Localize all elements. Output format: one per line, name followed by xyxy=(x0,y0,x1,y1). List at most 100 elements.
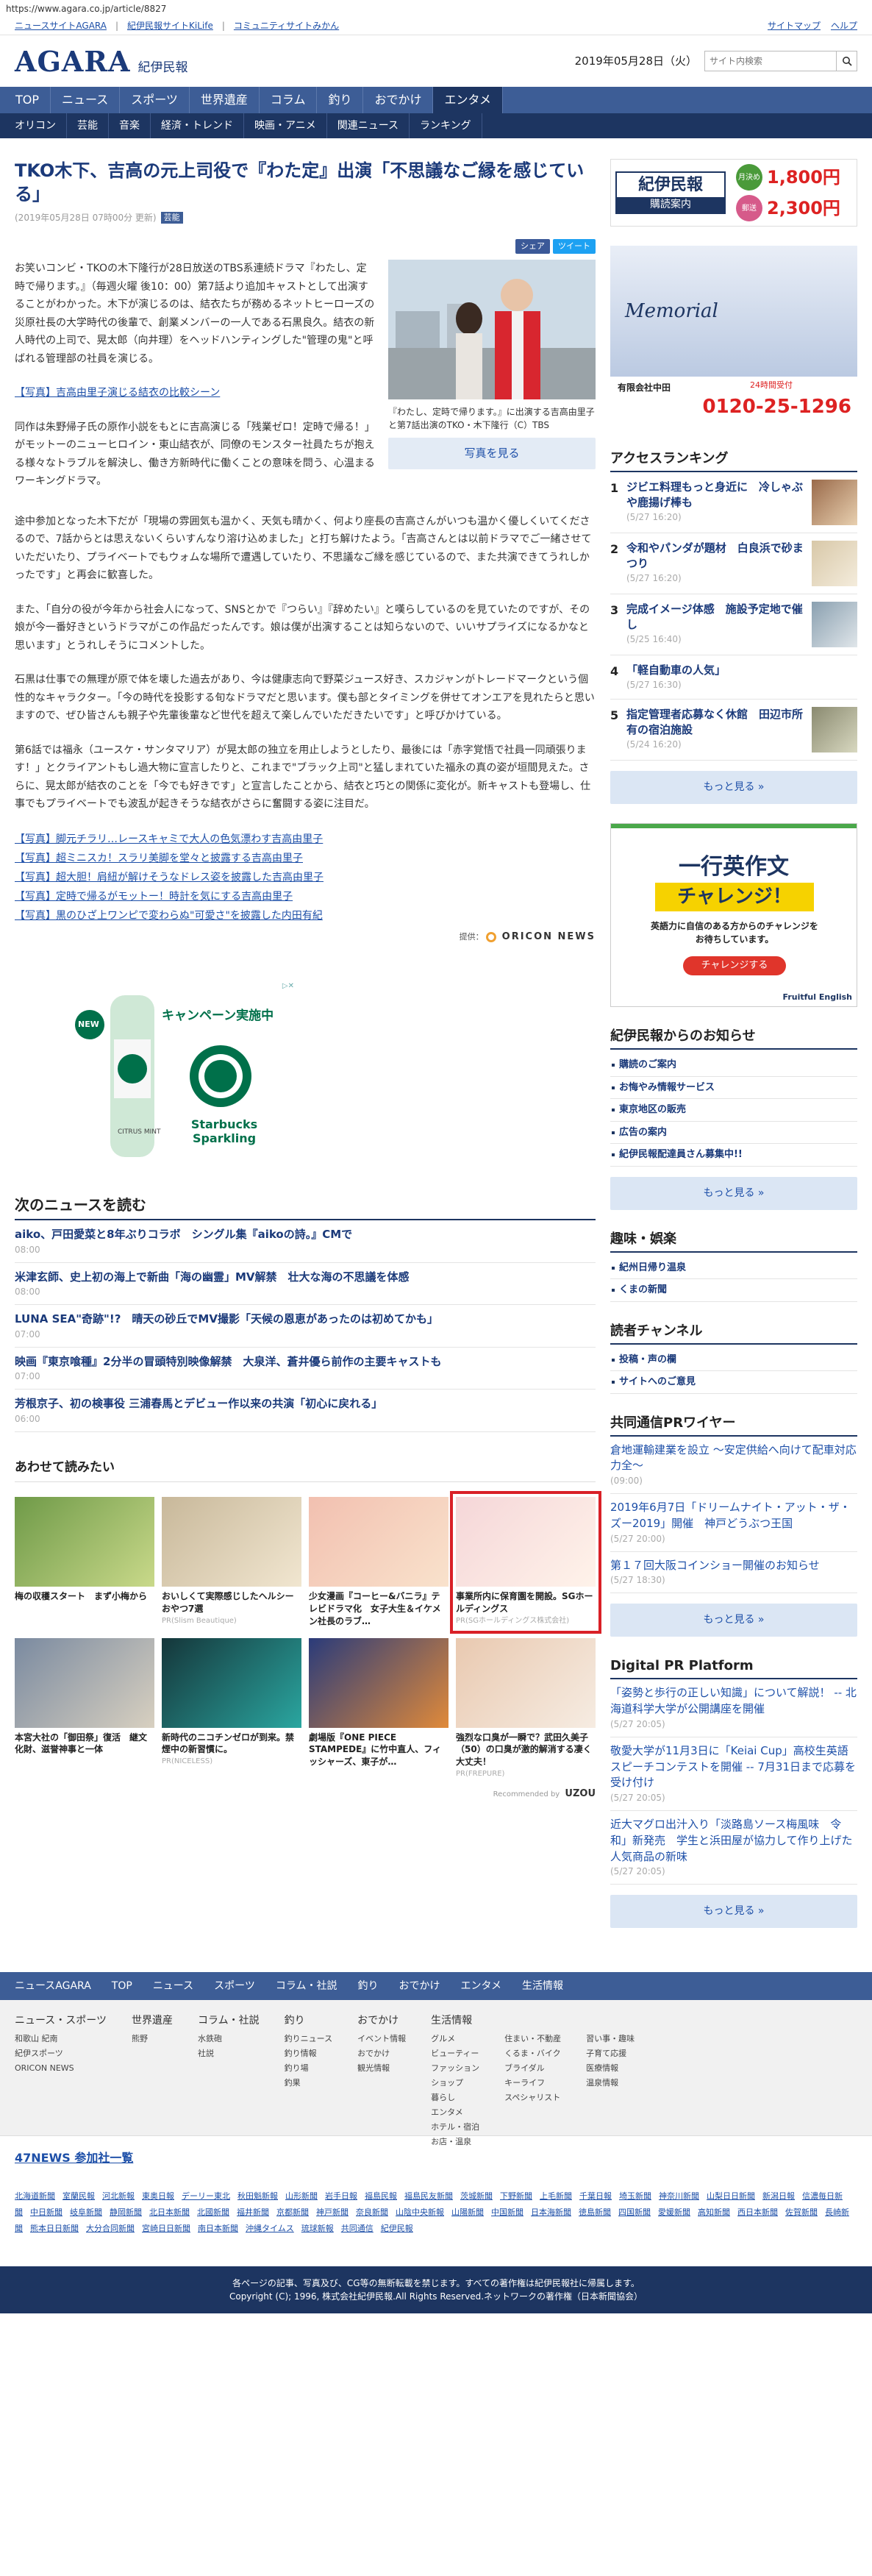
category-tag[interactable]: 芸能 xyxy=(160,211,183,224)
footer-link[interactable]: ファッション xyxy=(431,2061,479,2076)
paper-link[interactable]: 山形新聞 xyxy=(285,2191,318,2201)
footer-link[interactable]: 習い事・趣味 xyxy=(586,2032,635,2046)
notice-link[interactable]: お悔やみ情報サービス xyxy=(610,1077,857,1099)
footer-nav-item[interactable]: ニュースAGARA xyxy=(4,1972,101,2000)
top-link[interactable]: 紀伊民報サイトKiLife xyxy=(127,21,213,31)
reader-link[interactable]: 投稿・声の欄 xyxy=(610,1349,857,1371)
paper-link[interactable]: 四国新聞 xyxy=(618,2207,651,2217)
paper-link[interactable]: 愛媛新聞 xyxy=(658,2207,690,2217)
related-link[interactable]: 【写真】脚元チラリ…レースキャミで大人の色気漂わす吉高由里子 xyxy=(15,830,596,849)
footer-link[interactable]: 釣り場 xyxy=(285,2061,332,2076)
paper-link[interactable]: 山陰中央新報 xyxy=(396,2207,444,2217)
dpr-item[interactable]: 「姿勢と歩行の正しい知識」について解説！ -- 北海道科学大学が公開講座を開催 (… xyxy=(610,1679,857,1737)
paper-link[interactable]: 佐賀新聞 xyxy=(785,2207,818,2217)
paper-link[interactable]: 共同通信 xyxy=(341,2224,374,2233)
nav-outing[interactable]: おでかけ xyxy=(363,87,434,113)
footer-link[interactable]: 医療情報 xyxy=(586,2061,635,2076)
ranking-item[interactable]: 2 令和やパンダが題材 白良浜で砂まつり (5/27 16:20) xyxy=(610,533,857,594)
paper-link[interactable]: 埼玉新聞 xyxy=(619,2191,651,2201)
memorial-ad[interactable]: Memorial 有限会社中田 24時間受付 0120-25-1296 xyxy=(610,246,857,430)
nav-heritage[interactable]: 世界遺産 xyxy=(190,87,260,113)
paper-link[interactable]: 奈良新聞 xyxy=(356,2207,388,2217)
dpr-more-button[interactable]: もっと見る » xyxy=(610,1895,857,1929)
recommend-card[interactable]: 梅の収穫スタート まず小梅から xyxy=(15,1497,154,1627)
paper-link[interactable]: デーリー東北 xyxy=(182,2191,230,2201)
paper-link[interactable]: 岩手日報 xyxy=(325,2191,357,2201)
help-link[interactable]: ヘルプ xyxy=(831,21,857,31)
paper-link[interactable]: 河北新報 xyxy=(102,2191,135,2201)
news-item[interactable]: 米津玄師、史上初の海上で新曲「海の幽霊」MV解禁 壮大な海の不思議を体感 08:0… xyxy=(15,1263,596,1306)
notice-link[interactable]: 紀伊民報配達員さん募集中!! xyxy=(610,1144,857,1167)
subscription-banner[interactable]: 紀伊民報 購読案内 月決め 1,800円 郵送 2,300円 xyxy=(610,159,857,227)
subnav-ranking[interactable]: ランキング xyxy=(410,113,482,138)
paper-link[interactable]: 室蘭民報 xyxy=(62,2191,95,2201)
paper-link[interactable]: 大分合同新聞 xyxy=(86,2224,135,2233)
related-link[interactable]: 【写真】定時で帰るがモットー！時計を気にする吉高由里子 xyxy=(15,887,596,906)
paper-link[interactable]: 下野新聞 xyxy=(500,2191,532,2201)
paper-link[interactable]: 福島民報 xyxy=(365,2191,397,2201)
ranking-item[interactable]: 5 指定管理者応募なく休館 田辺市所有の宿泊施設 (5/24 16:20) xyxy=(610,700,857,761)
footer-link[interactable]: おでかけ xyxy=(357,2046,406,2061)
recommend-card[interactable]: 新時代のニコチンゼロが到来。禁煙中の新習慣に。 PR(NICELESS) xyxy=(162,1637,301,1779)
paper-link[interactable]: 秋田魁新報 xyxy=(237,2191,278,2201)
footer-link[interactable]: 温泉情報 xyxy=(586,2076,635,2091)
subnav-economy[interactable]: 経済・トレンド xyxy=(151,113,244,138)
footer-link[interactable]: ホテル・宿泊 xyxy=(431,2120,479,2135)
dpr-item[interactable]: 敬愛大学が11月3日に「Keiai Cup」高校生英語スピーチコンテストを開催 … xyxy=(610,1737,857,1811)
footer-link[interactable]: イベント情報 xyxy=(357,2032,406,2046)
wire-more-button[interactable]: もっと見る » xyxy=(610,1604,857,1637)
news-item[interactable]: aiko、戸田愛菜と8年ぶりコラボ シングル集『aikoの詩。』CMで 08:00 xyxy=(15,1220,596,1263)
recommend-card[interactable]: 少女漫画『コーヒー&バニラ』テレビドラマ化 女子大生＆イケメン社長のラブ… xyxy=(309,1497,448,1627)
footer-link[interactable]: スペシャリスト xyxy=(504,2091,561,2105)
footer-link[interactable]: 釣果 xyxy=(285,2076,332,2091)
paper-link[interactable]: 福島民友新聞 xyxy=(404,2191,453,2201)
footer-nav-item[interactable]: 生活情報 xyxy=(512,1972,573,2000)
ranking-more-button[interactable]: もっと見る » xyxy=(610,771,857,804)
paper-link[interactable]: 熊本日日新聞 xyxy=(30,2224,79,2233)
paper-link[interactable]: 日本海新聞 xyxy=(531,2207,571,2217)
english-challenge-ad[interactable]: 一行英作文 チャレンジ！ 英語力に自信のある方からのチャレンジをお待ちしています… xyxy=(610,823,857,1007)
eiad-button[interactable]: チャレンジする xyxy=(683,956,786,975)
footer-link[interactable]: 住まい・不動産 xyxy=(504,2032,561,2046)
subnav-geinou[interactable]: 芸能 xyxy=(67,113,109,138)
ranking-item[interactable]: 4 「軽自動車の人気」 (5/27 16:30) xyxy=(610,655,857,700)
view-photos-button[interactable]: 写真を見る xyxy=(388,438,596,469)
photo-link[interactable]: 【写真】吉高由里子演じる結衣の比較シーン xyxy=(15,384,375,402)
footer-link[interactable]: 暮らし xyxy=(431,2091,479,2105)
footer-link[interactable]: 社説 xyxy=(198,2046,260,2061)
paper-link[interactable]: 南日本新聞 xyxy=(198,2224,238,2233)
footer-link[interactable]: グルメ xyxy=(431,2032,479,2046)
paper-link[interactable]: 中日新聞 xyxy=(30,2207,62,2217)
notice-link[interactable]: 広告の案内 xyxy=(610,1122,857,1144)
uzou-logo[interactable]: UZOU xyxy=(565,1788,596,1799)
paper-link[interactable]: 山陽新聞 xyxy=(451,2207,484,2217)
footer-nav-item[interactable]: TOP xyxy=(101,1972,143,2000)
paper-link[interactable]: 北海道新聞 xyxy=(15,2191,55,2201)
related-link[interactable]: 【写真】超ミニスカ！スラリ美脚を堂々と披露する吉高由里子 xyxy=(15,849,596,868)
footer-link[interactable]: ORICON NEWS xyxy=(15,2061,107,2076)
nav-sports[interactable]: スポーツ xyxy=(120,87,190,113)
nav-column[interactable]: コラム xyxy=(260,87,318,113)
paper-link[interactable]: 東奥日報 xyxy=(142,2191,174,2201)
footer-link[interactable]: 釣りニュース xyxy=(285,2032,332,2046)
paper-link[interactable]: 徳島新聞 xyxy=(579,2207,611,2217)
reader-link[interactable]: サイトへのご意見 xyxy=(610,1371,857,1394)
notice-more-button[interactable]: もっと見る » xyxy=(610,1176,857,1210)
footer-link[interactable]: お店・温泉 xyxy=(431,2135,479,2149)
dpr-item[interactable]: 近大マグロ出汁入り「淡路島ソース梅風味 令和」新発売 学生と浜田屋が協力して作り… xyxy=(610,1811,857,1885)
url-bar[interactable]: https://www.agara.co.jp/article/8827 xyxy=(0,0,872,16)
footer-link[interactable]: 水鉄砲 xyxy=(198,2032,260,2046)
notice-link[interactable]: 購読のご案内 xyxy=(610,1054,857,1077)
credit-logo[interactable]: ORICON NEWS xyxy=(502,931,596,942)
footer-nav-item[interactable]: 釣り xyxy=(347,1972,388,2000)
nav-top[interactable]: TOP xyxy=(4,87,51,113)
paper-link[interactable]: 福井新聞 xyxy=(237,2207,269,2217)
news-item[interactable]: 映画『東京喰種』2分半の冒頭特別映像解禁 大泉洋、蒼井優ら前作の主要キャストも 0… xyxy=(15,1348,596,1390)
search-button[interactable] xyxy=(837,51,857,71)
paper-link[interactable]: 京都新聞 xyxy=(276,2207,309,2217)
paper-link[interactable]: 山梨日日新聞 xyxy=(707,2191,755,2201)
paper-link[interactable]: 紀伊民報 xyxy=(381,2224,413,2233)
paper-link[interactable]: 神奈川新聞 xyxy=(659,2191,699,2201)
wire-item[interactable]: 第１７回大阪コインショー開催のお知らせ (5/27 18:30) xyxy=(610,1552,857,1594)
footer-link[interactable]: 子育て応援 xyxy=(586,2046,635,2061)
